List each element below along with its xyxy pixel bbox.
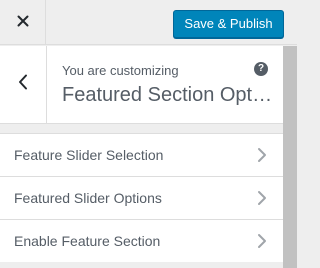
- list-item-label: Enable Feature Section: [14, 233, 161, 249]
- chevron-right-icon: [255, 233, 269, 249]
- list-item-label: Featured Slider Options: [14, 190, 162, 206]
- scrollbar[interactable]: [283, 46, 297, 268]
- back-button[interactable]: [0, 46, 47, 123]
- close-icon: [17, 14, 29, 32]
- chevron-right-icon: [255, 147, 269, 163]
- scrollbar-thumb[interactable]: [283, 46, 297, 268]
- list-item-featured-slider-options[interactable]: Featured Slider Options: [0, 177, 283, 220]
- save-publish-button[interactable]: Save & Publish: [173, 10, 284, 38]
- list-item-feature-slider-selection[interactable]: Feature Slider Selection: [0, 133, 283, 177]
- section-header: You are customizing ? Featured Section O…: [0, 46, 283, 124]
- panel-bottom-edge: [0, 262, 283, 268]
- section-title: Featured Section Options: [62, 84, 274, 106]
- customizing-label: You are customizing: [62, 63, 179, 78]
- chevron-right-icon: [255, 190, 269, 206]
- control-list: Feature Slider Selection Featured Slider…: [0, 133, 283, 263]
- close-button[interactable]: [0, 0, 46, 45]
- customizer-panel: Save & Publish You are customizing ? Fea…: [0, 0, 297, 268]
- customizer-header: Save & Publish: [0, 0, 297, 45]
- help-icon[interactable]: ?: [254, 62, 268, 76]
- list-item-label: Feature Slider Selection: [14, 147, 164, 163]
- list-item-enable-feature-section[interactable]: Enable Feature Section: [0, 220, 283, 263]
- chevron-left-icon: [18, 74, 28, 95]
